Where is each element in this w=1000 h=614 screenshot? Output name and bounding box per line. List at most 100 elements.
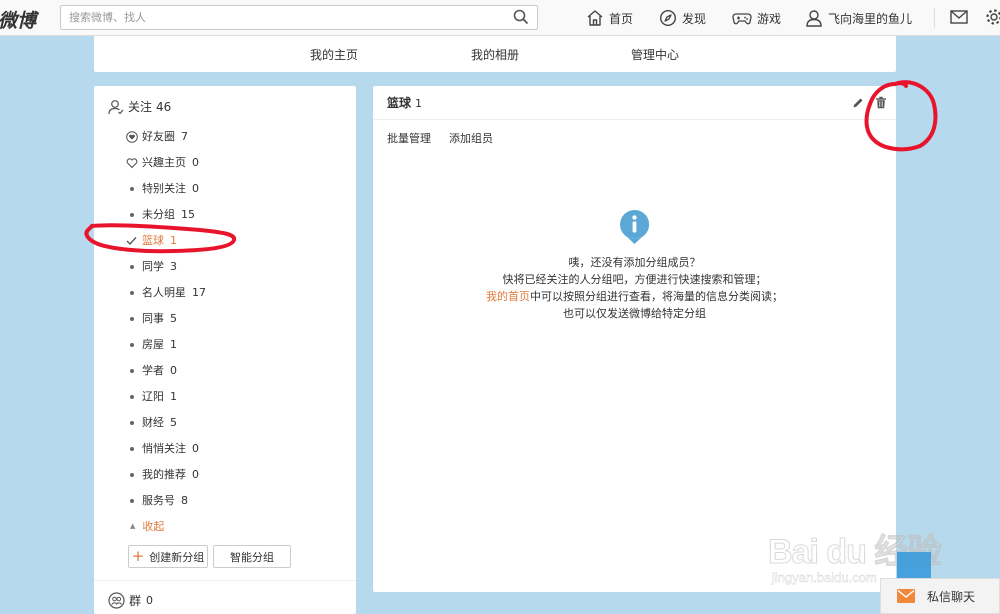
gear-icon[interactable] xyxy=(985,8,1000,26)
group-item-basketball[interactable]: 篮球 1 xyxy=(126,228,346,254)
collapse-label: 收起 xyxy=(142,520,165,533)
sidebar-divider xyxy=(94,580,356,581)
follow-user-icon xyxy=(108,99,124,114)
my-homepage-link[interactable]: 我的首页 xyxy=(486,290,530,303)
group-item-label: 服务号 xyxy=(142,494,175,507)
qun-count: 0 xyxy=(146,594,154,607)
smart-group-button[interactable]: 智能分组 xyxy=(213,545,291,568)
group-item-friend-circle[interactable]: 好友圈 7 xyxy=(126,124,346,150)
group-item-colleagues[interactable]: 同事 5 xyxy=(126,306,346,332)
create-group-button[interactable]: + 创建新分组 xyxy=(128,545,208,568)
group-item-label: 兴趣主页 xyxy=(142,156,186,169)
group-item-label: 同学 xyxy=(142,260,164,273)
follow-header[interactable]: 关注 46 xyxy=(108,98,171,115)
group-item-count: 5 xyxy=(170,416,177,429)
tab-my-album[interactable]: 我的相册 xyxy=(471,46,519,63)
nav-games-label: 游戏 xyxy=(757,11,782,26)
group-item-scholars[interactable]: 学者 0 xyxy=(126,358,346,384)
group-item-label: 未分组 xyxy=(142,208,175,221)
batch-manage-link[interactable]: 批量管理 xyxy=(387,130,431,146)
add-member-link[interactable]: 添加组员 xyxy=(449,130,493,146)
qun-label: 群 xyxy=(129,594,142,608)
group-item-label: 特别关注 xyxy=(142,182,186,195)
empty-state-message: 咦，还没有添加分组成员？ 快将已经关注的人分组吧，方便进行快速搜索和管理； 我的… xyxy=(373,254,896,322)
group-item-ungrouped[interactable]: 未分组 15 xyxy=(126,202,346,228)
bullet-icon xyxy=(130,343,134,347)
nav-user-profile[interactable]: 飞向海里的鱼儿 xyxy=(805,8,912,28)
group-item-classmates[interactable]: 同学 3 xyxy=(126,254,346,280)
empty-line-3-rest: 中可以按照分组进行查看，将海量的信息分类阅读； xyxy=(530,290,783,303)
weibo-logo[interactable]: 微博 xyxy=(0,6,36,33)
mail-icon[interactable] xyxy=(950,9,968,25)
search-input[interactable] xyxy=(61,6,491,29)
group-item-count: 0 xyxy=(170,364,177,377)
heart-outline-icon xyxy=(126,158,138,169)
group-item-label: 好友圈 xyxy=(142,130,175,143)
qun-header[interactable]: 群 0 xyxy=(108,592,153,609)
private-chat-label: 私信聊天 xyxy=(927,589,976,604)
group-item-housing[interactable]: 房屋 1 xyxy=(126,332,346,358)
tab-my-homepage[interactable]: 我的主页 xyxy=(310,46,358,63)
group-item-count: 0 xyxy=(192,442,199,455)
group-chat-icon xyxy=(108,592,125,609)
bullet-icon xyxy=(130,499,134,503)
plus-icon: + xyxy=(131,547,145,565)
nav-games[interactable]: 游戏 xyxy=(732,8,781,28)
search-box xyxy=(60,5,538,30)
tab-management-center[interactable]: 管理中心 xyxy=(631,46,679,63)
group-item-count: 0 xyxy=(192,156,199,169)
checkmark-icon xyxy=(126,237,137,245)
empty-line-4: 也可以仅发送微博给特定分组 xyxy=(563,307,706,320)
group-item-interest-pages[interactable]: 兴趣主页 0 xyxy=(126,150,346,176)
follow-count: 46 xyxy=(156,99,172,114)
group-title-count: 1 xyxy=(415,97,423,110)
empty-line-3: 我的首页中可以按照分组进行查看，将海量的信息分类阅读； xyxy=(373,288,896,305)
bullet-icon xyxy=(130,395,134,399)
group-item-count: 8 xyxy=(181,494,188,507)
user-icon xyxy=(806,10,822,27)
group-detail-panel: 篮球 1 批量管理 添加组员 咦，还没有添加分组成员？ 快将已经关注的人分组吧，方… xyxy=(373,86,896,592)
profile-tabs: 我的主页 我的相册 管理中心 xyxy=(94,36,896,72)
group-title: 篮球 1 xyxy=(387,94,422,111)
group-item-celebrities[interactable]: 名人明星 17 xyxy=(126,280,346,306)
group-sidebar: 关注 46 好友圈 7 兴趣主页 0 特别关注 0 未分组 15 篮球 1 同学… xyxy=(94,86,356,614)
group-item-label: 财经 xyxy=(142,416,164,429)
trash-icon[interactable] xyxy=(875,96,887,109)
group-item-finance[interactable]: 财经 5 xyxy=(126,410,346,436)
group-item-count: 7 xyxy=(181,130,188,143)
bullet-icon xyxy=(130,291,134,295)
nav-home-label: 首页 xyxy=(609,11,634,26)
nav-home[interactable]: 首页 xyxy=(586,8,633,28)
group-item-liaoyang[interactable]: 辽阳 1 xyxy=(126,384,346,410)
compass-icon xyxy=(659,9,677,27)
envelope-icon xyxy=(897,589,915,603)
group-item-special-follow[interactable]: 特别关注 0 xyxy=(126,176,346,202)
group-item-label: 房屋 xyxy=(142,338,164,351)
group-item-service-accounts[interactable]: 服务号 8 xyxy=(126,488,346,514)
group-item-count: 1 xyxy=(170,338,177,351)
group-item-label: 我的推荐 xyxy=(142,468,186,481)
nav-discover[interactable]: 发现 xyxy=(659,8,706,28)
group-item-count: 1 xyxy=(170,390,177,403)
bullet-icon xyxy=(130,447,134,451)
bullet-icon xyxy=(130,187,134,191)
search-icon[interactable] xyxy=(513,9,529,25)
caret-up-icon: ▲ xyxy=(130,522,136,530)
nav-divider xyxy=(934,8,935,28)
bullet-icon xyxy=(130,213,134,217)
group-item-count: 0 xyxy=(192,182,199,195)
panel-header-divider xyxy=(373,119,896,120)
collapse-toggle[interactable]: ▲ 收起 xyxy=(130,518,164,534)
private-chat-bar[interactable]: 私信聊天 xyxy=(880,578,1000,614)
nav-discover-label: 发现 xyxy=(682,11,707,26)
group-item-my-recommendations[interactable]: 我的推荐 0 xyxy=(126,462,346,488)
group-list: 好友圈 7 兴趣主页 0 特别关注 0 未分组 15 篮球 1 同学 3 名人明… xyxy=(126,124,346,514)
bullet-icon xyxy=(130,265,134,269)
bullet-icon xyxy=(130,473,134,477)
empty-line-1: 咦，还没有添加分组成员？ xyxy=(568,256,701,269)
group-item-secret-follow[interactable]: 悄悄关注 0 xyxy=(126,436,346,462)
pencil-icon[interactable] xyxy=(852,97,864,109)
group-item-count: 1 xyxy=(170,234,177,247)
group-item-count: 17 xyxy=(192,286,206,299)
group-item-label: 篮球 xyxy=(142,234,164,247)
